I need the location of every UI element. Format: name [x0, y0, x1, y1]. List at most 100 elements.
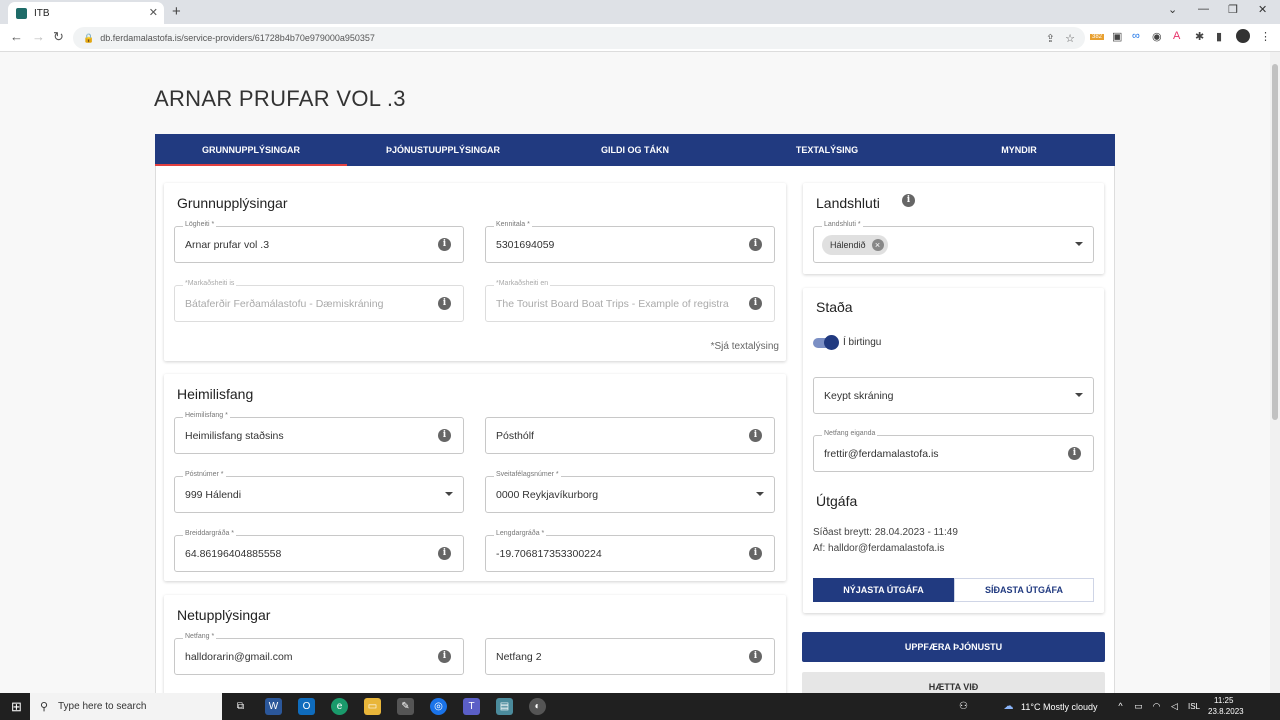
dropdown-caret-icon[interactable]: [1075, 393, 1083, 397]
field-label: Netfang *: [183, 633, 217, 640]
cancel-button[interactable]: HÆTTA VIÐ: [802, 672, 1105, 693]
teams-icon[interactable]: T: [463, 698, 480, 715]
windows-start-icon[interactable]: ⊞: [8, 698, 25, 715]
postnumer-select[interactable]: Póstnúmer * 999 Hálendi: [174, 471, 464, 513]
markadsheiti-en-field[interactable]: *Markaðsheiti en The Tourist Board Boat …: [485, 280, 775, 322]
wifi-icon[interactable]: ◠: [1148, 698, 1165, 715]
info-icon[interactable]: i: [438, 297, 451, 310]
info-icon[interactable]: i: [438, 429, 451, 442]
landshluti-chip[interactable]: Hálendið ×: [822, 235, 888, 255]
scrollbar-thumb[interactable]: [1272, 64, 1278, 420]
netfang2-field[interactable]: Netfang 2 i: [485, 638, 775, 675]
sidebar-toggle-icon[interactable]: ▮: [1216, 30, 1222, 43]
back-icon[interactable]: ←: [10, 29, 23, 44]
field-label: Landshluti *: [822, 221, 863, 228]
app-circle-icon[interactable]: ◐: [529, 698, 546, 715]
info-icon[interactable]: i: [749, 650, 762, 663]
clock-date[interactable]: 23.8.2023: [1208, 707, 1244, 716]
last-version-button[interactable]: SÍÐASTA ÚTGÁFA: [954, 578, 1094, 602]
clock-time[interactable]: 11:25: [1214, 696, 1233, 705]
chevron-down-icon[interactable]: ⌄: [1168, 3, 1177, 16]
app-icon[interactable]: ✎: [397, 698, 414, 715]
kennitala-field[interactable]: Kennitala * 5301694059 i: [485, 221, 775, 263]
tab-myndir[interactable]: MYNDIR: [923, 134, 1115, 166]
tab-thjonustuupplysingar[interactable]: ÞJÓNUSTUUPPLÝSINGAR: [347, 134, 539, 166]
network-icon[interactable]: ▭: [1130, 698, 1147, 715]
info-icon[interactable]: i: [438, 238, 451, 251]
word-icon[interactable]: W: [265, 698, 282, 715]
close-tab-icon[interactable]: ✕: [149, 6, 158, 19]
newest-version-button[interactable]: NÝJASTA ÚTGÁFA: [813, 578, 954, 602]
edge-icon[interactable]: e: [331, 698, 348, 715]
lengdargrada-field[interactable]: Lengdargráða * -19.706817353300224 i: [485, 530, 775, 572]
tray-chevron-icon[interactable]: ^: [1112, 698, 1129, 715]
dropdown-caret-icon[interactable]: [756, 492, 764, 496]
maximize-icon[interactable]: ❐: [1228, 3, 1238, 16]
bookmark-star-icon[interactable]: ☆: [1065, 32, 1075, 45]
notepad-icon[interactable]: ▤: [496, 698, 513, 715]
textalysing-note: *Sjá textalýsing: [710, 341, 779, 352]
tab-gildi-og-takn[interactable]: GILDI OG TÁKN: [539, 134, 731, 166]
profile-avatar[interactable]: [1236, 29, 1250, 43]
browser-tab[interactable]: ITB ✕: [8, 2, 164, 24]
card-heimilisfang: Heimilisfang Heimilisfang * Heimilisfang…: [164, 374, 786, 581]
info-icon[interactable]: i: [1068, 447, 1081, 460]
new-tab-icon[interactable]: +: [172, 3, 181, 20]
input-language[interactable]: ISL: [1188, 702, 1200, 711]
taskbar-search[interactable]: ⚲ Type here to search: [30, 693, 222, 720]
forward-icon[interactable]: →: [32, 29, 45, 44]
file-explorer-icon[interactable]: ▭: [364, 698, 381, 715]
info-icon[interactable]: i: [749, 238, 762, 251]
extensions-puzzle-icon[interactable]: ✱: [1195, 30, 1204, 43]
postholf-field[interactable]: Pósthólf i: [485, 417, 775, 454]
publish-toggle[interactable]: [813, 335, 839, 350]
field-label: Lengdargráða *: [494, 530, 547, 537]
people-icon[interactable]: ⚇: [955, 698, 972, 715]
tab-title: ITB: [34, 7, 50, 19]
menu-kebab-icon[interactable]: ⋮: [1260, 30, 1271, 43]
info-icon[interactable]: i: [749, 547, 762, 560]
page-scrollbar[interactable]: [1270, 52, 1280, 693]
extension-circle-icon[interactable]: ◉: [1152, 30, 1162, 43]
update-service-button[interactable]: UPPFÆRA ÞJÓNUSTU: [802, 632, 1105, 662]
extension-acrobat-icon[interactable]: A: [1173, 30, 1180, 42]
markadsheiti-is-field[interactable]: *Markaðsheiti is Bátaferðir Ferðamálasto…: [174, 280, 464, 322]
breiddargrada-field[interactable]: Breiddargráða * 64.86196404885558 i: [174, 530, 464, 572]
info-icon[interactable]: i: [438, 650, 451, 663]
chrome-icon[interactable]: ◎: [430, 698, 447, 715]
outlook-icon[interactable]: O: [298, 698, 315, 715]
info-icon[interactable]: i: [749, 429, 762, 442]
share-icon[interactable]: ⇪: [1046, 32, 1055, 45]
card-heading: Staða: [816, 299, 853, 315]
window-close-icon[interactable]: ✕: [1258, 3, 1267, 16]
info-icon[interactable]: i: [438, 547, 451, 560]
info-icon[interactable]: i: [749, 297, 762, 310]
dropdown-caret-icon[interactable]: [1075, 242, 1083, 246]
tab-grunnupplysingar[interactable]: GRUNNUPPLÝSINGAR: [155, 134, 347, 166]
chip-remove-icon[interactable]: ×: [871, 239, 884, 251]
minimize-icon[interactable]: —: [1198, 3, 1209, 15]
dropdown-caret-icon[interactable]: [445, 492, 453, 496]
weather-text[interactable]: 11°C Mostly cloudy: [1021, 702, 1097, 712]
field-value: Bátaferðir Ferðamálastofu - Dæmiskráning: [185, 298, 384, 310]
landshluti-select[interactable]: Landshluti * Hálendið ×: [813, 221, 1094, 263]
chip-label: Hálendið: [830, 240, 866, 250]
info-icon[interactable]: i: [902, 194, 915, 207]
volume-icon[interactable]: ◁: [1166, 698, 1183, 715]
extension-badge[interactable]: 382: [1090, 34, 1105, 40]
url-field[interactable]: 🔒 db.ferdamalastofa.is/service-providers…: [73, 27, 1085, 49]
extension-link-icon[interactable]: ∞: [1132, 30, 1140, 42]
sveitarfelag-select[interactable]: Sveitafélagsnúmer * 0000 Reykjavíkurborg: [485, 471, 775, 513]
heimilisfang-field[interactable]: Heimilisfang * Heimilisfang staðsins i: [174, 412, 464, 454]
netfang-field[interactable]: Netfang * halldorarin@gmail.com i: [174, 633, 464, 675]
netfang-eiganda-field[interactable]: Netfang eiganda frettir@ferdamalastofa.i…: [813, 430, 1094, 472]
skraning-select[interactable]: Keypt skráning: [813, 377, 1094, 414]
task-view-icon[interactable]: ⧉: [232, 698, 249, 715]
section-tabs: GRUNNUPPLÝSINGAR ÞJÓNUSTUUPPLÝSINGAR GIL…: [155, 134, 1115, 166]
card-heading: Netupplýsingar: [177, 607, 271, 623]
logheiti-field[interactable]: Lögheiti * Arnar prufar vol .3 i: [174, 221, 464, 263]
weather-icon[interactable]: ☁: [1000, 698, 1017, 715]
tab-textalysing[interactable]: TEXTALÝSING: [731, 134, 923, 166]
reload-icon[interactable]: ↻: [53, 29, 64, 45]
extension-chat-icon[interactable]: ▣: [1112, 30, 1122, 43]
